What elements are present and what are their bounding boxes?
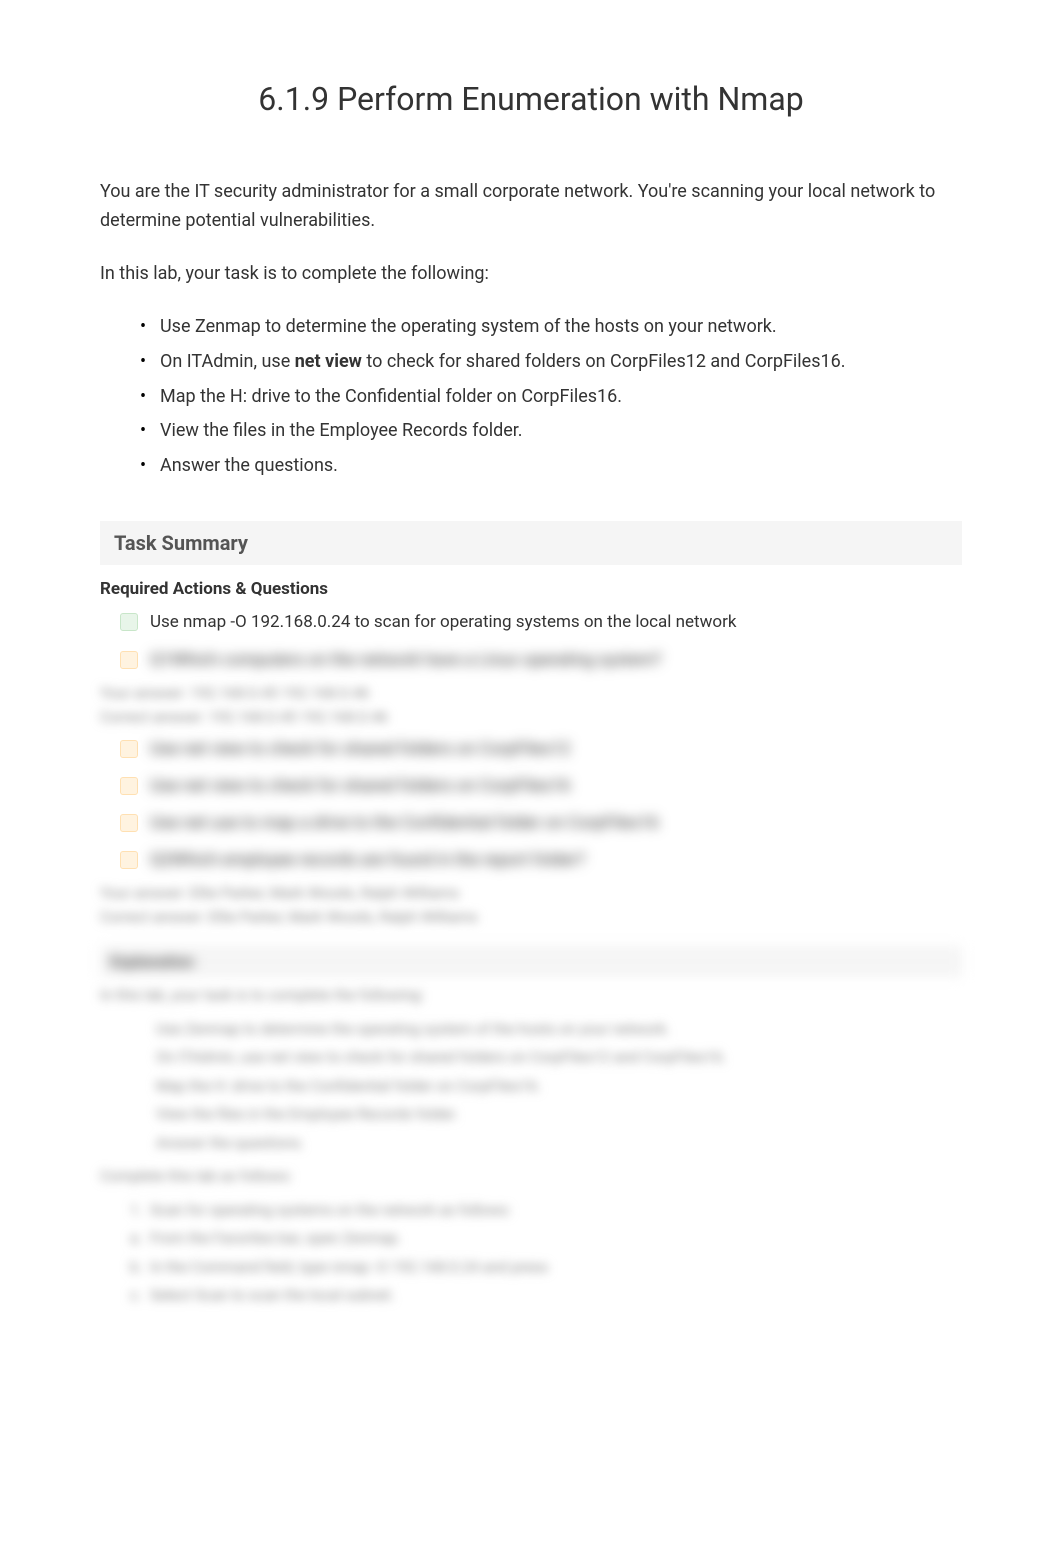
list-item: Map the H: drive to the Confidential fol… <box>140 1074 962 1100</box>
action-text-blurred: Q1Which computers on the network have a … <box>150 647 661 674</box>
your-answer: Your answer: Ellie Parker, Mark Woods, R… <box>100 884 962 902</box>
task-intro: In this lab, your task is to complete th… <box>100 260 962 289</box>
task-summary-title: Task Summary <box>114 531 948 555</box>
task-summary-header: Task Summary <box>100 521 962 565</box>
list-item: Use Zenmap to determine the operating sy… <box>140 312 962 343</box>
action-item: Use nmap -O 192.168.0.24 to scan for ope… <box>120 609 962 636</box>
action-item: Use net view to check for shared folders… <box>120 773 962 800</box>
action-text-blurred: Use net use to map a drive to the Confid… <box>150 810 659 837</box>
task-bullet-list: Use Zenmap to determine the operating sy… <box>100 312 962 481</box>
list-item: On ITAdmin, use net view to check for sh… <box>140 1045 962 1071</box>
action-text-blurred: Use net view to check for shared folders… <box>150 736 570 763</box>
action-text-blurred: Use net view to check for shared folders… <box>150 773 570 800</box>
check-icon <box>120 814 138 832</box>
list-item: Use Zenmap to determine the operating sy… <box>140 1017 962 1043</box>
list-item-text: On ITAdmin, use net view to check for sh… <box>160 351 845 372</box>
step-item: 1.Scan for operating systems on the netw… <box>130 1198 962 1224</box>
check-icon <box>120 851 138 869</box>
required-actions-heading: Required Actions & Questions <box>100 579 962 599</box>
list-item: Map the H: drive to the Confidential fol… <box>140 382 962 413</box>
action-item: Use net view to check for shared folders… <box>120 736 962 763</box>
action-text-blurred: Q2Which employee records are found in th… <box>150 847 585 874</box>
explanation-intro: In this lab, your task is to complete th… <box>100 983 962 1009</box>
list-item: Answer the questions. <box>140 1131 962 1157</box>
check-icon <box>120 613 138 631</box>
list-item: View the files in the Employee Records f… <box>140 1102 962 1128</box>
action-item: Use net use to map a drive to the Confid… <box>120 810 962 837</box>
list-item: Answer the questions. <box>140 451 962 482</box>
action-list: Use net view to check for shared folders… <box>100 736 962 875</box>
action-item: Q2Which employee records are found in th… <box>120 847 962 874</box>
correct-answer: Correct answer: 192.168.0.45 192.168.0.4… <box>100 708 962 726</box>
list-item: On ITAdmin, use net view to check for sh… <box>140 347 962 378</box>
your-answer: Your answer: 192.168.0.45 192.168.0.46 <box>100 684 962 702</box>
explanation-title: Explanation <box>110 952 194 971</box>
check-icon <box>120 740 138 758</box>
step-item: a.From the Favorites bar, open Zenmap. <box>130 1226 962 1252</box>
explanation-header: Explanation <box>100 946 962 977</box>
check-icon <box>120 651 138 669</box>
page-title: 6.1.9 Perform Enumeration with Nmap <box>100 80 962 118</box>
action-list: Use nmap -O 192.168.0.24 to scan for ope… <box>100 609 962 673</box>
step-item: b.In the Command field, type nmap -O 192… <box>130 1255 962 1281</box>
check-icon <box>120 777 138 795</box>
intro-paragraph: You are the IT security administrator fo… <box>100 178 962 236</box>
correct-answer: Correct answer: Ellie Parker, Mark Woods… <box>100 908 962 926</box>
step-item: c.Select Scan to scan the local subnet. <box>130 1283 962 1309</box>
explanation-body: In this lab, your task is to complete th… <box>100 983 962 1309</box>
list-item: View the files in the Employee Records f… <box>140 416 962 447</box>
explanation-bullets: Use Zenmap to determine the operating sy… <box>100 1017 962 1157</box>
action-text: Use nmap -O 192.168.0.24 to scan for ope… <box>150 609 736 636</box>
explanation-steps-intro: Complete this lab as follows: <box>100 1164 962 1190</box>
action-item: Q1Which computers on the network have a … <box>120 647 962 674</box>
explanation-steps: 1.Scan for operating systems on the netw… <box>100 1198 962 1309</box>
bold-text: net view <box>295 351 362 372</box>
